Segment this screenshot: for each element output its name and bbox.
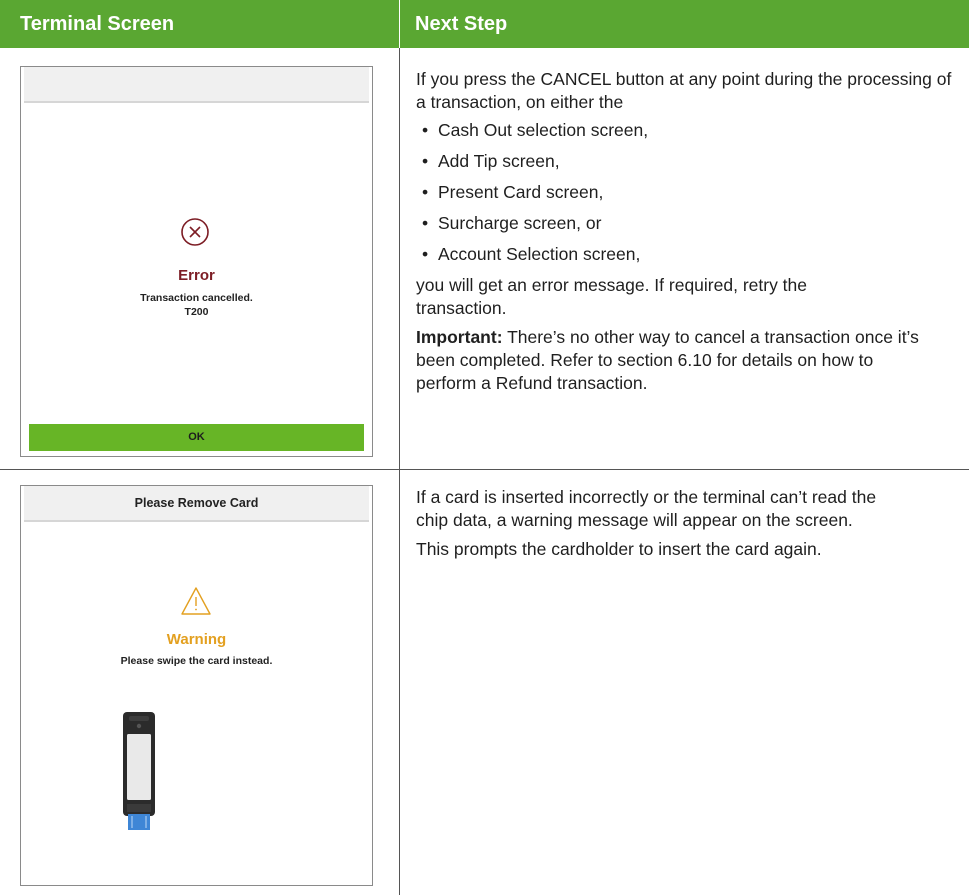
bullet-icon: • — [422, 120, 429, 140]
list-item: • Account Selection screen, — [422, 244, 641, 264]
header-next-step: Next Step — [415, 13, 508, 35]
important-note: Important: There’s no other way to cance… — [416, 326, 936, 395]
next-step-warning: If a card is inserted incorrectly or the… — [416, 486, 956, 561]
list-item: • Surcharge screen, or — [422, 213, 602, 233]
step-paragraph-1: If a card is inserted incorrectly or the… — [416, 487, 877, 530]
terminal-screen-warning: Please Remove Card Warning Please swipe … — [20, 485, 373, 886]
bullet-icon: • — [422, 151, 429, 171]
error-message: Transaction cancelled. T200 — [21, 291, 372, 319]
bullet-icon: • — [422, 182, 429, 202]
bullet-icon: • — [422, 244, 429, 264]
screen-list: • Cash Out selection screen, • Add Tip scr… — [416, 119, 956, 265]
header-divider — [399, 0, 400, 48]
cancel-circle-icon — [181, 218, 209, 246]
terminal-title-bar — [24, 67, 369, 103]
row-divider — [0, 469, 969, 470]
error-title: Error — [178, 267, 215, 284]
bullet-icon: • — [422, 213, 429, 233]
warning-message: Please swipe the card instead. — [120, 655, 273, 667]
next-step-cancel: If you press the CANCEL button at any po… — [416, 68, 956, 395]
error-message-line1: Transaction cancelled. — [140, 292, 253, 304]
terminal-screen-error: Error Transaction cancelled. T200 OK — [20, 66, 373, 457]
list-item: • Present Card screen, — [422, 182, 604, 202]
list-item: • Add Tip screen, — [422, 151, 560, 171]
error-code: T200 — [184, 306, 209, 318]
column-divider — [399, 48, 400, 895]
step-after: you will get an error message. If requir… — [416, 275, 808, 318]
table-header: Terminal Screen Next Step — [0, 0, 969, 48]
list-item: • Cash Out selection screen, — [422, 120, 649, 140]
terminal-device-image — [123, 712, 155, 830]
warning-triangle-icon — [181, 587, 211, 615]
warning-title: Warning — [166, 631, 227, 648]
ok-button[interactable]: OK — [29, 424, 364, 451]
terminal-title-bar: Please Remove Card — [24, 486, 369, 522]
header-terminal-screen: Terminal Screen — [20, 13, 175, 35]
step-intro: If you press the CANCEL button at any po… — [416, 69, 952, 112]
step-paragraph-2: This prompts the cardholder to insert th… — [416, 539, 822, 559]
important-label: Important: — [416, 327, 503, 347]
terminal-title: Please Remove Card — [134, 496, 259, 510]
